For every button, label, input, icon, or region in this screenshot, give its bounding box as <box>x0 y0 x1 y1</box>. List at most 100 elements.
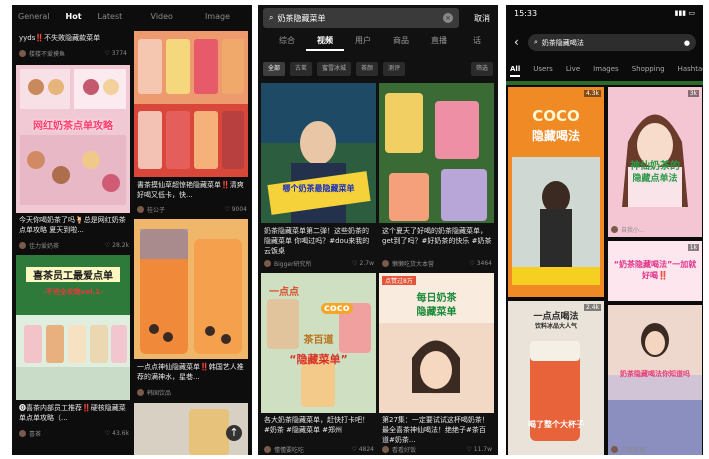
video-overlay-subtitle: 隐藏喝法 <box>531 129 580 143</box>
video-overlay-brand2: 茶百道 <box>303 335 334 346</box>
card-caption: yyds‼️不失敗隐藏款菜单 <box>19 34 101 42</box>
likes: ♡ 11.7w <box>466 446 492 453</box>
view-count: 4.3k <box>583 90 601 97</box>
card-caption: 🅞喜茶内部员工推荐‼️硬核隐藏菜单点单攻略（... <box>19 404 126 422</box>
filter-chip[interactable]: 蜜雪冰城 <box>317 62 352 76</box>
card-meta: 韩国饮品 <box>137 388 247 397</box>
mic-icon[interactable]: ● <box>684 39 690 47</box>
phone-screen-1: General Hot Latest Video Image yyds‼️不失敗… <box>12 5 252 455</box>
author-name: 佳力爱奶茶 <box>29 243 60 250</box>
tab-users[interactable]: Users <box>533 65 553 77</box>
author-name: 懂懂要吃吃 <box>274 447 305 454</box>
tab-image[interactable]: Image <box>205 12 230 21</box>
video-meta: 懂懂要吃吃 ♡ 4824 <box>264 445 374 454</box>
video-overlay-title: COCO <box>532 107 580 125</box>
video-thumbnail <box>261 83 376 223</box>
avatar <box>611 446 618 453</box>
card-image <box>134 31 248 177</box>
tab-latest[interactable]: Latest <box>98 12 123 21</box>
search-icon: ⌕ <box>269 13 274 22</box>
tab-video[interactable]: Video <box>151 12 173 21</box>
tab-live[interactable]: 直播 <box>420 35 458 55</box>
video-card[interactable]: 奶茶隐藏喝法你知道吗 三饭茶铺 <box>608 305 702 455</box>
search-bar[interactable]: ⌕ 奶茶隐藏喝法 ● <box>528 34 696 51</box>
video-thumbnail <box>608 305 702 455</box>
author-name: 三饭茶铺 <box>621 447 646 454</box>
filter-tabs: General Hot Latest Video Image <box>12 5 252 27</box>
clear-icon[interactable]: × <box>443 13 453 23</box>
video-card[interactable] <box>379 83 494 223</box>
note-card[interactable]: ↑ <box>134 403 248 455</box>
author-name: 懒懒吃货大本营 <box>392 261 435 268</box>
video-card[interactable]: 一点点 coco 茶百道 “隐藏菜单” <box>261 273 376 413</box>
search-input[interactable]: 奶茶隐藏喝法 <box>542 38 584 48</box>
avatar <box>137 206 144 213</box>
author-name: 自我小... <box>621 227 645 234</box>
note-card[interactable]: 网红奶茶点单攻略 <box>16 65 130 213</box>
tab-live[interactable]: Live <box>566 65 580 77</box>
tab-video[interactable]: 视频 <box>306 35 344 51</box>
search-icon: ⌕ <box>534 38 538 46</box>
search-bar[interactable]: ⌕ 奶茶隐藏菜单 × <box>263 8 459 28</box>
filter-chip-all[interactable]: 全部 <box>263 62 286 76</box>
heart-icon: ♡ <box>104 430 111 437</box>
likes: ♡ 28.2k <box>104 242 129 249</box>
filter-button[interactable]: 筛选 <box>470 62 493 76</box>
video-meta: 看看好饭 ♡ 11.7w <box>382 445 492 454</box>
tab-hot[interactable]: Hot <box>66 12 82 21</box>
author-name: 韩国饮品 <box>147 390 172 397</box>
heart-icon: ♡ <box>466 446 472 453</box>
battery-icon: ▮▮▮ ▭ <box>674 9 695 17</box>
tab-general[interactable]: General <box>18 12 50 21</box>
avatar <box>382 446 389 453</box>
video-meta: 自我小... <box>611 225 699 234</box>
likes: ♡ 3774 <box>104 50 127 57</box>
video-caption: 这个夏天了好喝的奶茶隐藏菜单，get到了吗？#好奶茶的快乐 #奶茶 <box>382 227 492 245</box>
search-tabs: 综合 视频 用户 商品 直播 话 <box>258 35 498 55</box>
video-card[interactable]: 点赞过8万 每日奶茶 隐藏菜单 <box>379 273 494 413</box>
video-overlay-title: “隐藏菜单” <box>289 353 348 366</box>
tab-comprehensive[interactable]: 综合 <box>268 35 306 55</box>
likes: ♡ 4824 <box>351 446 374 453</box>
video-thumbnail <box>379 83 494 223</box>
tab-images[interactable]: Images <box>593 65 619 77</box>
note-card[interactable] <box>134 31 248 177</box>
video-card[interactable]: 1k “奶茶隐藏喝法”一加就好喝‼️ <box>608 241 702 301</box>
tab-topic[interactable]: 话 <box>458 35 496 55</box>
search-input[interactable]: 奶茶隐藏菜单 <box>277 13 325 24</box>
likes: ♡ 43.6k <box>104 430 129 437</box>
add-icon[interactable]: ↑ <box>226 425 242 441</box>
avatar <box>264 446 271 453</box>
avatar <box>19 50 26 57</box>
avatar <box>611 226 618 233</box>
filter-chip[interactable]: 测评 <box>383 62 406 76</box>
filter-chip[interactable]: 古茗 <box>290 62 313 76</box>
video-card[interactable]: 4.3k COCO 隐藏喝法 <box>508 87 604 297</box>
search-tabs: All Users Live Images Shopping Hashtags <box>510 65 703 77</box>
tab-user[interactable]: 用户 <box>344 35 382 55</box>
heart-icon: ♡ <box>469 260 475 267</box>
video-card[interactable]: 2.4k 一点点喝法 饮料冰品大人气 喝了整个大杯子 <box>508 301 604 455</box>
video-card[interactable]: 3k 神仙奶茶的 隐藏点单法 自我小... <box>608 87 702 237</box>
note-card[interactable]: 喜茶员工最爱点单 -不完全攻略vol.1- <box>16 255 130 400</box>
video-overlay-title: “奶茶隐藏喝法”一加就好喝‼️ <box>613 260 697 280</box>
tab-all[interactable]: All <box>510 65 521 77</box>
video-caption: 各大奶茶隐藏菜单，赶快打卡吧！#奶茶 #隐藏菜单 #郑州 <box>264 416 369 434</box>
video-card[interactable]: 哪个奶茶最隐藏菜单 <box>261 83 376 223</box>
tab-hashtags[interactable]: Hashtags <box>678 65 703 77</box>
author-name: Bigger研究所 <box>274 261 312 268</box>
note-card[interactable] <box>134 219 248 359</box>
video-caption: 第27集：一定要试试这杯喝奶茶！最全喜茶神仙喝法！绝绝子#茶百道#奶茶... <box>382 416 489 444</box>
video-overlay-bottom: 喝了整个大杯子 <box>528 420 584 429</box>
note-card[interactable]: yyds‼️不失敗隐藏款菜单 楼楼不爱摸鱼 ♡ 3774 <box>16 31 130 61</box>
view-count: 3k <box>687 90 699 97</box>
back-icon[interactable]: ‹ <box>514 35 519 49</box>
avatar <box>19 430 26 437</box>
cancel-button[interactable]: 取消 <box>474 13 490 24</box>
tab-shopping[interactable]: Shopping <box>632 65 665 77</box>
card-caption: 一点点神仙隐藏菜单‼️韩国艺人推荐的满神水，星巷... <box>137 363 244 381</box>
video-meta: Bigger研究所 ♡ 2.7w <box>264 259 374 268</box>
tab-goods[interactable]: 商品 <box>382 35 420 55</box>
filter-chip[interactable]: 茶颜 <box>356 62 379 76</box>
video-meta: 懒懒吃货大本营 ♡ 3464 <box>382 259 492 268</box>
